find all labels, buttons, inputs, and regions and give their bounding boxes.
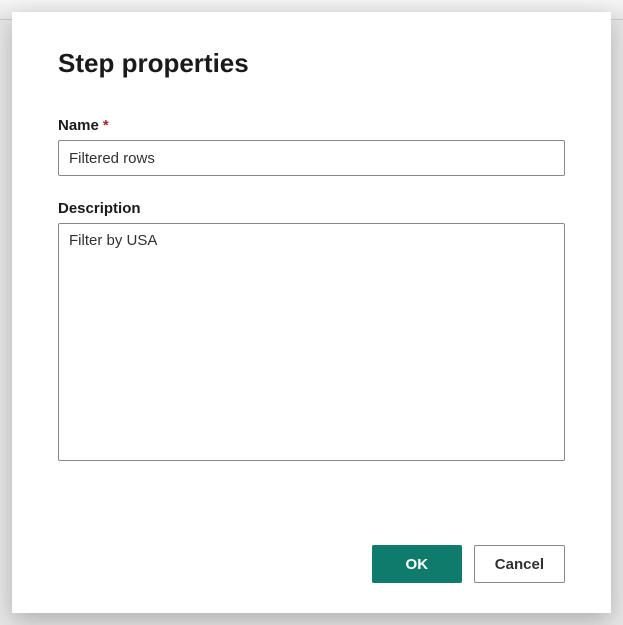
ok-button[interactable]: OK	[372, 545, 462, 583]
dialog-title: Step properties	[58, 48, 565, 79]
name-label-text: Name	[58, 117, 99, 134]
required-asterisk: *	[103, 117, 109, 134]
description-field-group: Description	[58, 200, 565, 461]
name-input[interactable]	[58, 140, 565, 176]
name-label: Name*	[58, 117, 565, 134]
description-label: Description	[58, 200, 565, 217]
description-textarea[interactable]	[58, 223, 565, 461]
dialog-button-row: OK Cancel	[58, 545, 565, 583]
name-field-group: Name*	[58, 117, 565, 176]
cancel-button[interactable]: Cancel	[474, 545, 565, 583]
step-properties-dialog: Step properties Name* Description OK Can…	[12, 12, 611, 613]
